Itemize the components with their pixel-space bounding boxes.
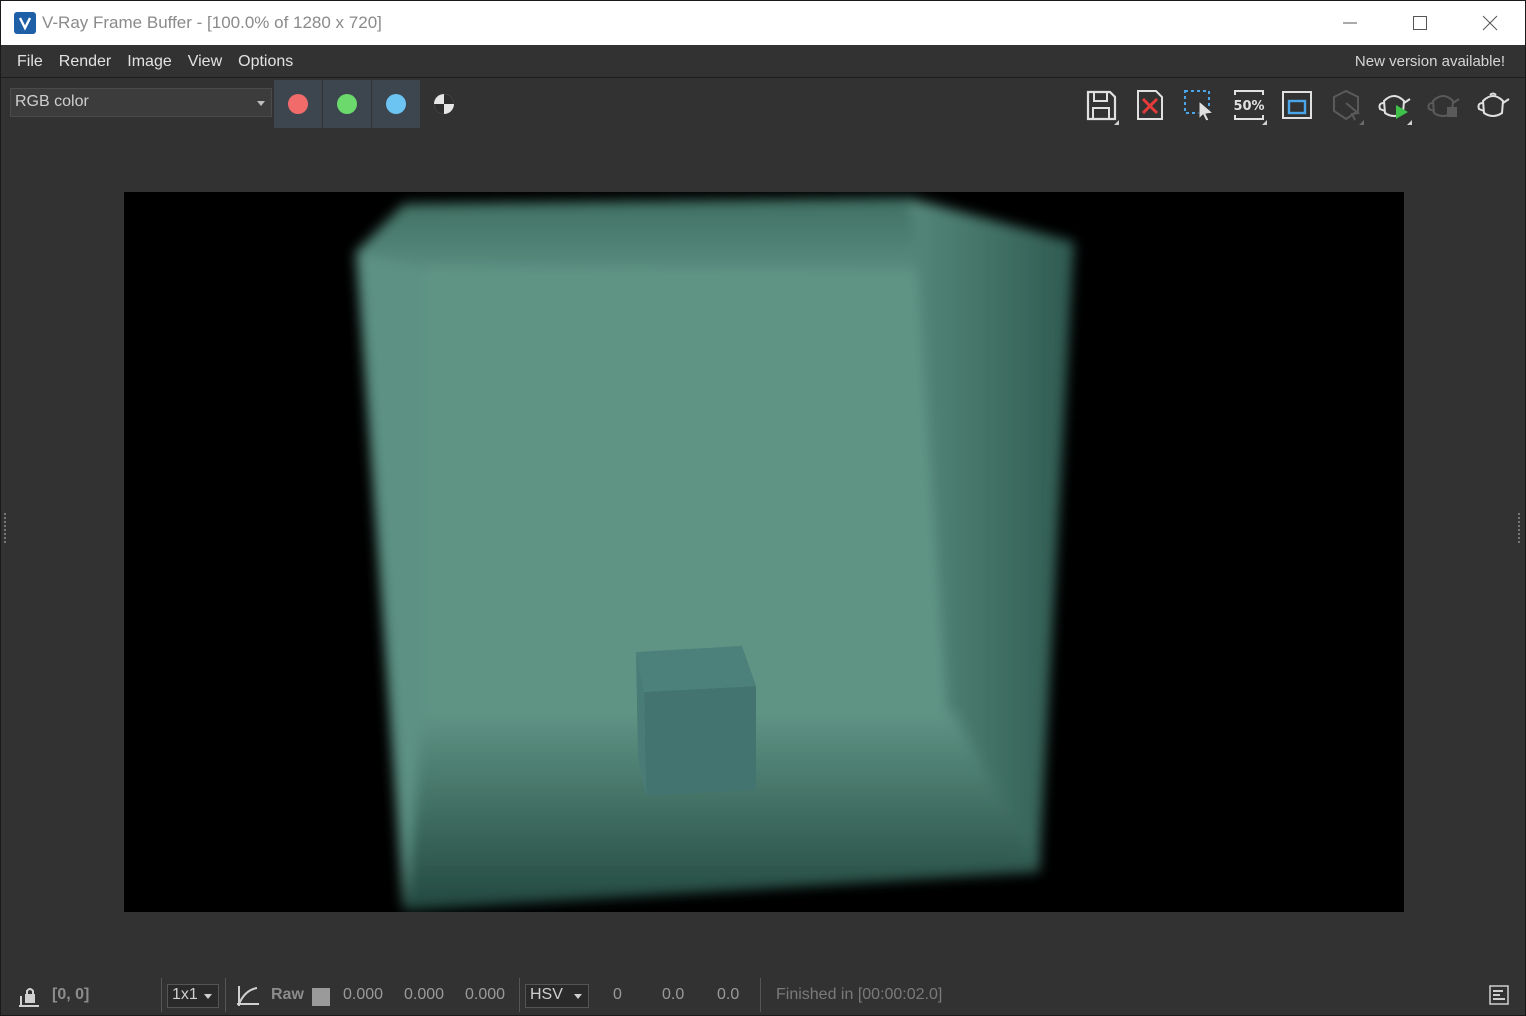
zoom-50-icon: 50%: [1233, 90, 1265, 120]
saturation-value: 0.0: [662, 986, 685, 1003]
monochrome-icon: [434, 94, 454, 114]
color-space-dropdown[interactable]: HSV: [525, 984, 589, 1008]
menu-options[interactable]: Options: [230, 53, 301, 71]
stop-render-button[interactable]: [1423, 85, 1463, 125]
red-value: 0.000: [343, 986, 384, 1003]
chevron-down-icon: [257, 101, 265, 106]
log-panel-icon[interactable]: [1488, 984, 1510, 1011]
frame-icon: [1282, 91, 1312, 119]
close-button[interactable]: [1455, 1, 1525, 45]
render-icon: [1477, 92, 1510, 117]
green-channel-button[interactable]: [323, 80, 371, 128]
clear-image-button[interactable]: [1130, 85, 1170, 125]
new-version-link[interactable]: New version available!: [1355, 53, 1505, 70]
raw-mode-label: Raw: [271, 986, 304, 1003]
blue-dot-icon: [386, 94, 406, 114]
hue-value: 0: [613, 986, 622, 1003]
status-bar: [0, 0] 1x1 Raw 0.000 0.000 0.000 HSV 0 0…: [1, 976, 1525, 1016]
right-panel-grip[interactable]: [1517, 511, 1523, 551]
channel-dropdown[interactable]: RGB color: [10, 88, 272, 117]
color-curve-icon[interactable]: [235, 984, 261, 1013]
track-mouse-icon: [1333, 89, 1361, 121]
toolbar: RGB color 50%: [1, 79, 1525, 129]
lock-coordinates-icon[interactable]: [17, 984, 41, 1013]
frame-button[interactable]: [1277, 85, 1317, 125]
color-space-value: HSV: [530, 986, 563, 1003]
pixel-coordinates: [0, 0]: [52, 986, 90, 1003]
sample-size-value: 1x1: [172, 986, 198, 1003]
blue-channel-button[interactable]: [372, 80, 420, 128]
green-value: 0.000: [404, 986, 445, 1003]
render-status-message: Finished in [00:00:02.0]: [776, 986, 943, 1003]
blue-value: 0.000: [465, 986, 506, 1003]
window-title: V-Ray Frame Buffer - [100.0% of 1280 x 7…: [42, 13, 382, 32]
region-render-button[interactable]: [1179, 85, 1219, 125]
region-render-icon: [1184, 90, 1215, 122]
menu-file[interactable]: File: [9, 53, 51, 71]
render-interactive-button[interactable]: [1374, 85, 1414, 125]
maximize-button[interactable]: [1385, 1, 1455, 45]
vray-logo-icon: [14, 12, 36, 34]
green-dot-icon: [337, 94, 357, 114]
scene-box: [356, 198, 1074, 910]
menu-bar: File Render Image View Options New versi…: [1, 46, 1525, 78]
menu-image[interactable]: Image: [119, 53, 179, 71]
small-cube: [636, 646, 756, 796]
save-icon: [1086, 90, 1117, 121]
chevron-down-icon: [204, 994, 212, 999]
save-image-button[interactable]: [1081, 85, 1121, 125]
render-button[interactable]: [1473, 85, 1513, 125]
channel-dropdown-value: RGB color: [15, 93, 89, 110]
monochrome-button[interactable]: [429, 80, 459, 128]
title-bar: V-Ray Frame Buffer - [100.0% of 1280 x 7…: [1, 1, 1525, 45]
minimize-button[interactable]: [1315, 1, 1385, 45]
stop-render-icon: [1427, 95, 1460, 117]
value-value: 0.0: [717, 986, 740, 1003]
clear-image-icon: [1137, 90, 1163, 120]
render-interactive-icon: [1378, 95, 1411, 119]
left-panel-grip[interactable]: [3, 511, 9, 551]
close-icon: [1482, 15, 1498, 31]
maximize-icon: [1413, 16, 1427, 30]
vray-frame-buffer-window: V-Ray Frame Buffer - [100.0% of 1280 x 7…: [0, 0, 1526, 1016]
chevron-down-icon: [574, 994, 582, 999]
track-mouse-button[interactable]: [1326, 85, 1366, 125]
minimize-icon: [1343, 22, 1357, 24]
render-viewport[interactable]: [124, 192, 1404, 912]
red-dot-icon: [288, 94, 308, 114]
menu-view[interactable]: View: [180, 53, 230, 71]
zoom-50-label: 50%: [1233, 99, 1264, 114]
red-channel-button[interactable]: [274, 80, 322, 128]
zoom-50-button[interactable]: 50%: [1229, 85, 1269, 125]
rendered-image: [356, 198, 1074, 910]
window-controls: [1315, 1, 1525, 45]
sample-size-dropdown[interactable]: 1x1: [167, 984, 219, 1008]
menu-render[interactable]: Render: [51, 53, 119, 71]
pixel-color-swatch: [312, 988, 330, 1006]
